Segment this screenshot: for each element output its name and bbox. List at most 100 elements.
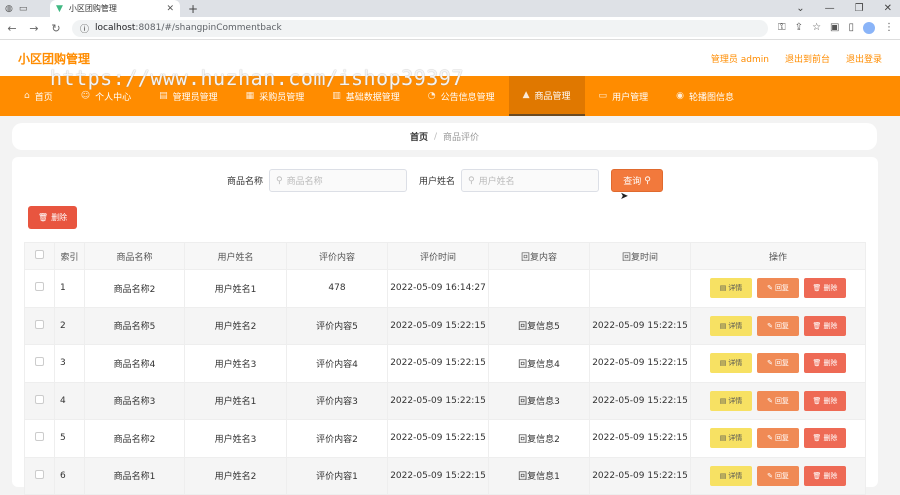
nav-item-users[interactable]: ▭ 用户管理 [585,76,663,116]
delete-button[interactable]: 🗑 删除 [804,428,846,449]
select-all-cell[interactable] [24,242,55,270]
row-checkbox[interactable] [35,282,44,292]
reply-button[interactable]: ✎ 回复 [757,353,799,374]
delete-label: 删除 [823,434,838,443]
detail-button[interactable]: ▤ 详情 [710,278,752,299]
logout-link[interactable]: 退出登录 [846,52,882,65]
close-window-icon[interactable]: ✕ [884,3,892,14]
nav-label: 首页 [34,92,53,103]
restore-icon[interactable]: ❐ [855,3,864,14]
vue-favicon-icon: ▼ [56,3,63,14]
row-select-cell[interactable] [24,269,55,308]
reply-button[interactable]: ✎ 回复 [757,278,799,299]
cell-time: 2022-05-09 15:22:15 [387,381,489,420]
app-title: 小区团购管理 [18,51,91,66]
comments-table: 索引 商品名称 用户姓名 评价内容 评价时间 回复内容 回复时间 操作 1 商品… [24,242,866,495]
carousel-icon: ◉ [676,91,684,101]
trash-icon: 🗑 [812,284,822,293]
menu-kebab-icon[interactable]: ⋮ [884,22,894,34]
delete-button[interactable]: 🗑 删除 [804,353,846,374]
table-row: 1 商品名称2 用户姓名1 478 2022-05-09 16:14:27 ▤ 详… [24,269,866,308]
row-checkbox[interactable] [35,432,44,442]
browser-tab[interactable]: ▼ 小区团购管理 ✕ [50,0,180,17]
url-path: :8081/#/shangpinCommentback [135,23,282,33]
row-select-cell[interactable] [24,306,55,345]
trash-icon: 🗑 [812,321,822,330]
nav-item-basic-data[interactable]: ▥ 基础数据管理 [318,76,414,116]
select-all-checkbox[interactable] [35,250,44,259]
reply-button[interactable]: ✎ 回复 [757,428,799,449]
cell-goods: 商品名称4 [84,344,185,383]
reload-icon[interactable]: ↻ [50,22,62,35]
user-name-input[interactable]: ⚲ 用户姓名 [461,169,600,192]
search-button[interactable]: 查询 ⚲ [611,169,664,192]
breadcrumb-home[interactable]: 首页 [410,130,428,143]
goods-name-input[interactable]: ⚲ 商品名称 [269,169,407,192]
detail-button[interactable]: ▤ 详情 [710,353,752,374]
table-row: 6 商品名称1 用户姓名2 评价内容1 2022-05-09 15:22:15 … [24,456,866,495]
detail-button[interactable]: ▤ 详情 [710,465,752,486]
globe-icon[interactable]: ◍ [5,4,13,14]
row-checkbox[interactable] [35,319,44,329]
row-select-cell[interactable] [24,419,55,458]
back-icon[interactable]: ← [6,22,18,35]
nav-item-buyers[interactable]: ▦ 采购员管理 [232,76,319,116]
nav-label: 管理员管理 [172,92,218,103]
close-tab-icon[interactable]: ✕ [166,4,174,14]
trash-icon: 🗑 [812,471,822,480]
nav-item-notices[interactable]: ◔ 公告信息管理 [414,76,509,116]
main-card: 商品名称 ⚲ 商品名称 用户姓名 ⚲ 用户姓名 查询 ⚲ ➤ 🗑 删除 索引 商… [12,157,878,495]
delete-button[interactable]: 🗑 删除 [804,390,846,411]
cell-goods: 商品名称1 [84,456,185,495]
row-select-cell[interactable] [24,344,55,383]
nav-item-home[interactable]: ⌂ 首页 [10,76,67,116]
tab-list-icon[interactable]: ▭ [19,4,28,14]
minimize-icon[interactable]: — [825,3,835,14]
row-select-cell[interactable] [24,456,55,495]
extension-icon[interactable]: ▣ [830,22,839,34]
cell-goods: 商品名称3 [84,381,185,420]
bookmark-star-icon[interactable]: ☆ [812,22,821,34]
nav-item-carousel[interactable]: ◉ 轮播图信息 [662,76,748,116]
profile-avatar[interactable] [863,22,875,34]
delete-button[interactable]: 🗑 删除 [804,278,846,299]
row-checkbox[interactable] [35,357,44,367]
nav-item-goods[interactable]: ▲ 商品管理 [508,76,585,116]
detail-button[interactable]: ▤ 详情 [710,315,752,336]
search-icon: ⚲ [644,175,651,186]
reply-button[interactable]: ✎ 回复 [757,390,799,411]
row-actions: ▤ 详情 ✎ 回复 🗑 删除 [691,465,865,486]
trash-icon: 🗑 [812,359,822,368]
reply-button[interactable]: ✎ 回复 [757,465,799,486]
delete-button[interactable]: 🗑 删除 [804,465,846,486]
new-tab-button[interactable]: + [188,2,198,16]
nav-item-profile[interactable]: ☺ 个人中心 [67,76,145,116]
detail-button[interactable]: ▤ 详情 [710,428,752,449]
url-field[interactable]: ⓘ localhost:8081/#/shangpinCommentback [72,19,769,37]
detail-button[interactable]: ▤ 详情 [710,390,752,411]
share-icon[interactable]: ⇪ [795,22,803,34]
delete-label: 删除 [823,359,838,368]
nav-item-admins[interactable]: ▤ 管理员管理 [145,76,232,116]
reply-label: 回复 [774,284,789,293]
reply-button[interactable]: ✎ 回复 [757,315,799,336]
delete-button[interactable]: 🗑 删除 [804,315,846,336]
cell-index: 1 [54,269,85,308]
back-to-front-link[interactable]: 退出到前台 [785,52,830,65]
trash-icon: 🗑 [37,213,49,222]
trash-icon: 🗑 [812,396,822,405]
cell-actions: ▤ 详情 ✎ 回复 🗑 删除 [690,419,866,458]
sidepanel-icon[interactable]: ▯ [848,22,854,34]
key-icon[interactable]: ⚿ [778,22,786,34]
cell-reply-time: 2022-05-09 15:22:15 [589,306,691,345]
cell-actions: ▤ 详情 ✎ 回复 🗑 删除 [690,344,866,383]
edit-icon: ✎ [767,471,773,480]
row-select-cell[interactable] [24,381,55,420]
row-checkbox[interactable] [35,394,44,404]
row-checkbox[interactable] [35,469,44,479]
tab-search-icon[interactable]: ⌄ [796,3,804,14]
edit-icon: ✎ [767,396,773,405]
forward-icon[interactable]: → [28,22,40,35]
batch-delete-button[interactable]: 🗑 删除 [28,206,77,229]
site-info-icon[interactable]: ⓘ [80,22,89,35]
